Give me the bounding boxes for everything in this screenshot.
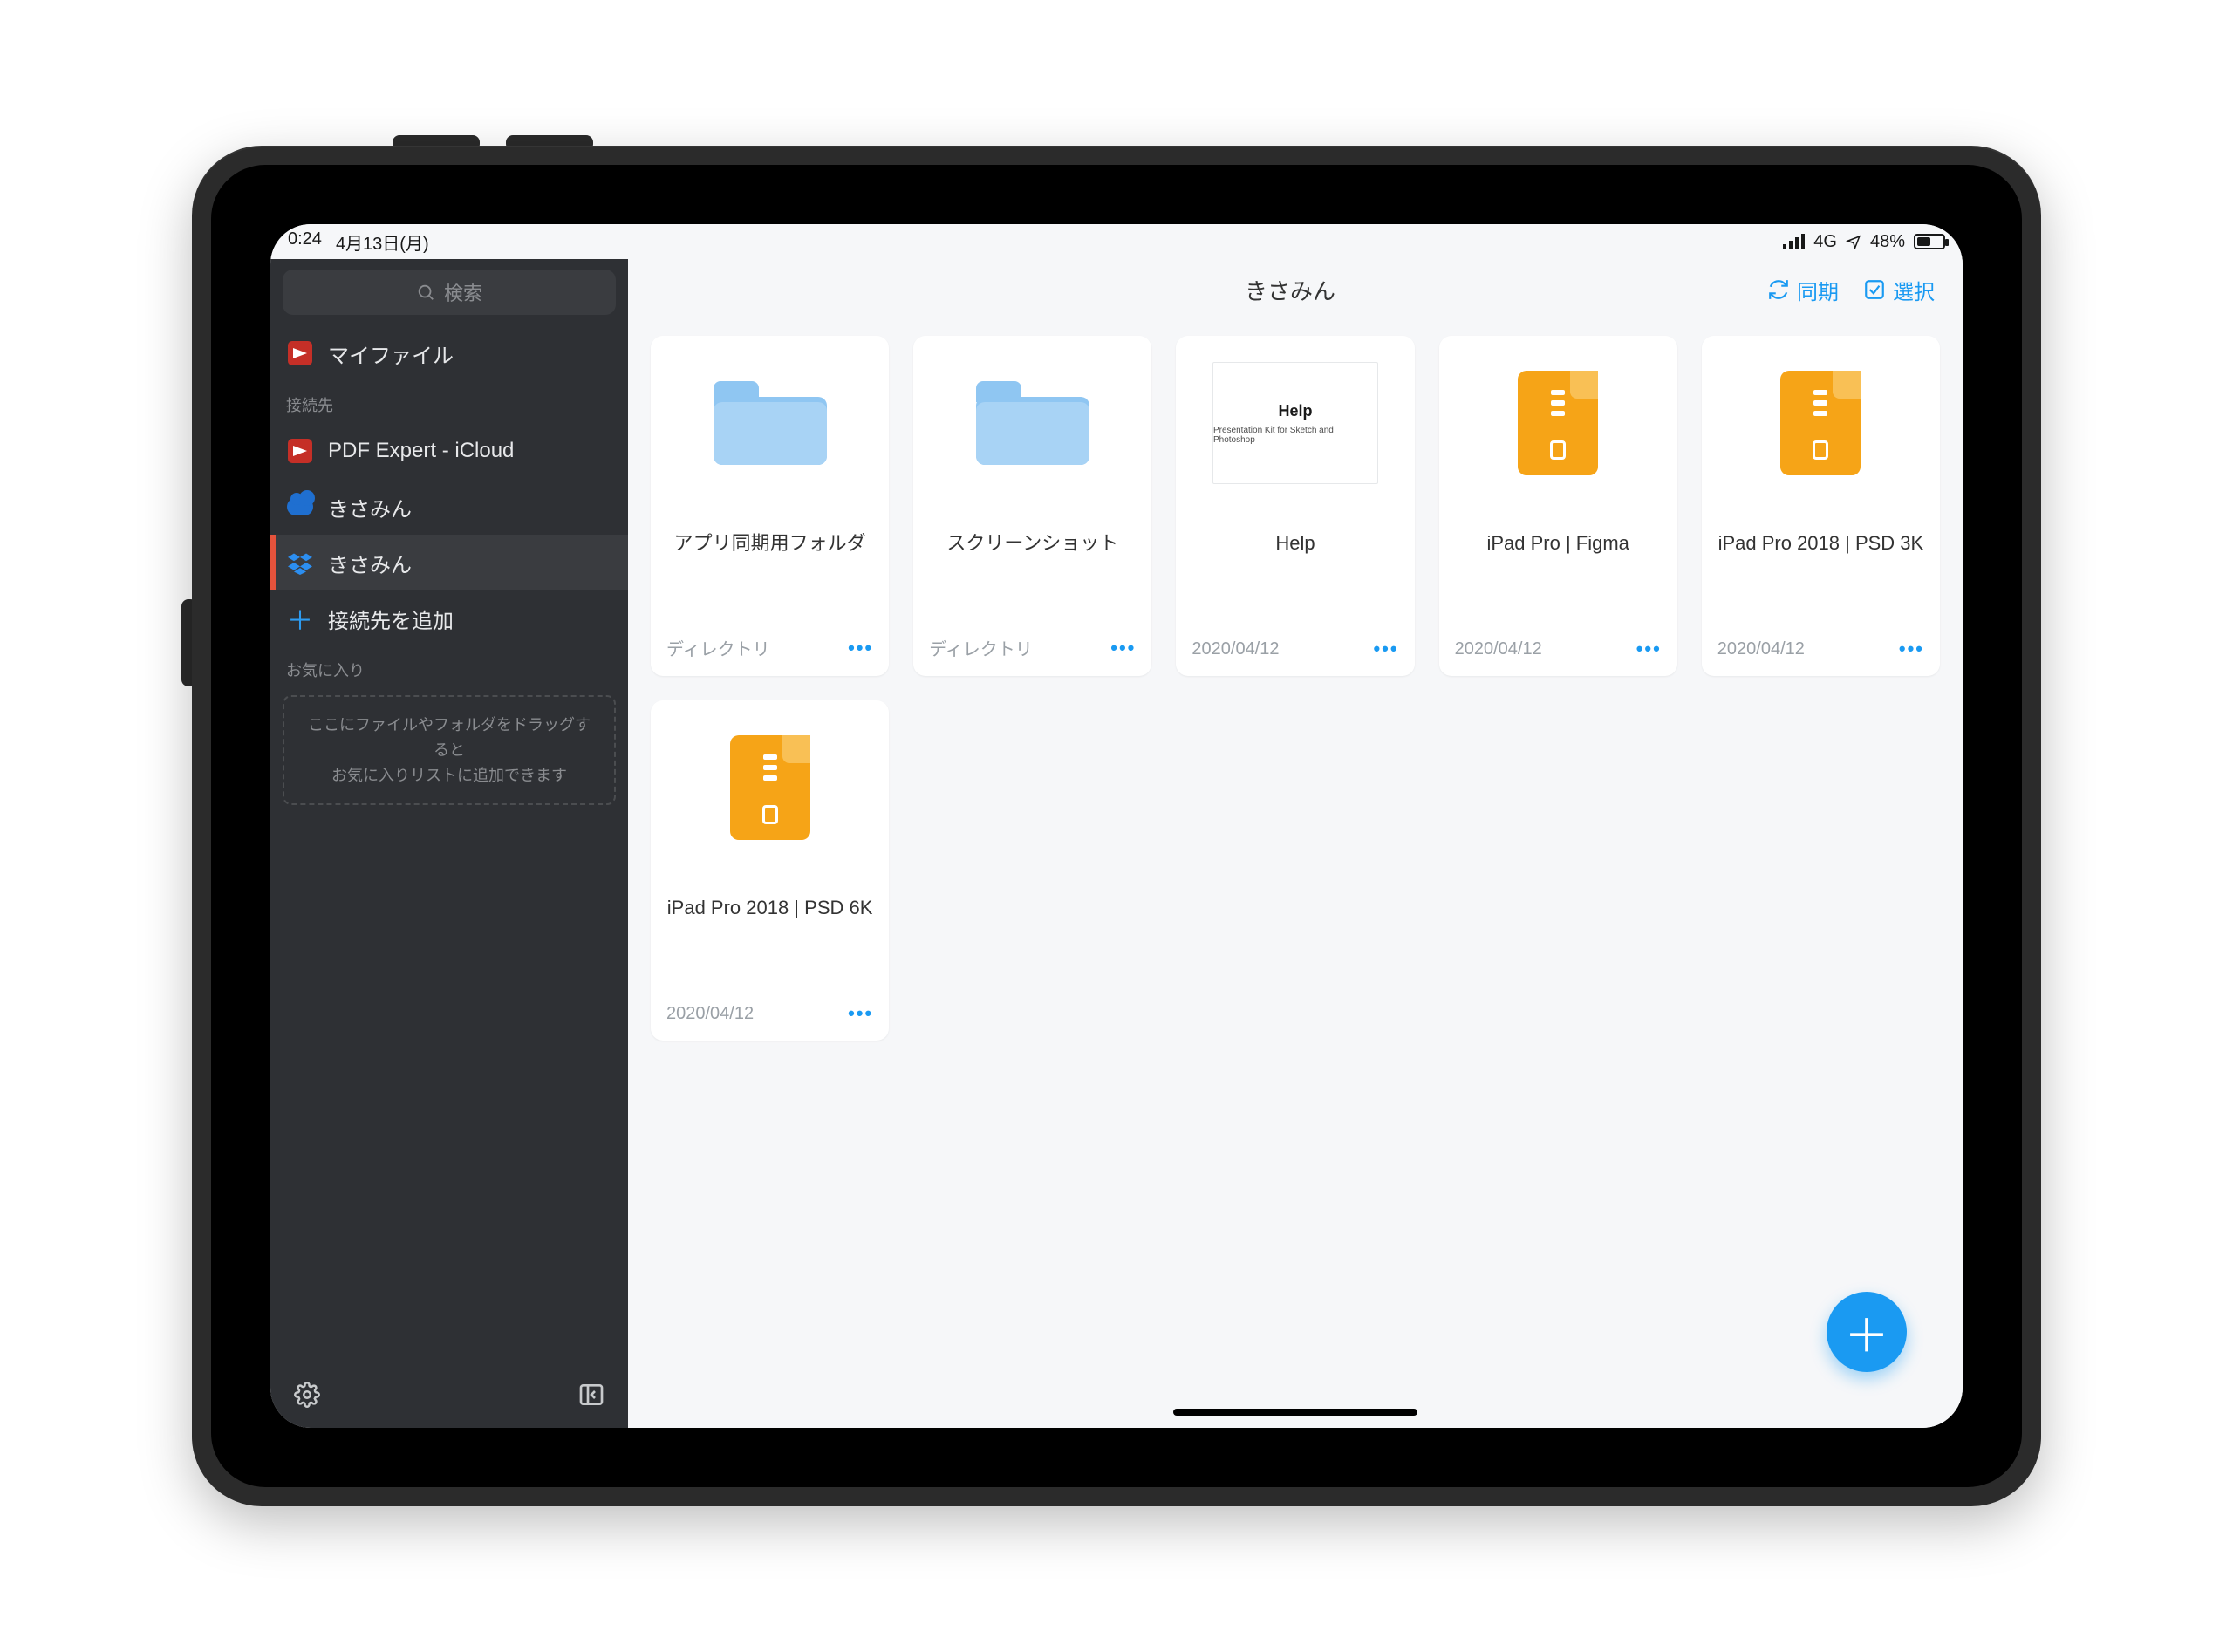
file-thumbnail: [913, 336, 1151, 510]
search-icon: [416, 283, 435, 302]
signal-icon: [1783, 234, 1805, 249]
gear-icon: [294, 1382, 320, 1408]
file-meta: ディレクトリ: [666, 635, 770, 660]
home-indicator: [1173, 1409, 1417, 1416]
status-battery-pct: 48%: [1870, 232, 1905, 252]
more-button[interactable]: •••: [1636, 638, 1662, 660]
file-card[interactable]: スクリーンショットディレクトリ •••: [913, 336, 1151, 676]
more-button[interactable]: •••: [848, 637, 873, 659]
sidebar-section-favorites: お気に入り: [270, 646, 628, 688]
sidebar-item-myfiles[interactable]: マイファイル: [270, 325, 628, 381]
location-icon: [1846, 234, 1861, 249]
app: 検索 マイファイル 接続先 PDF Expert - iCloud: [270, 259, 1963, 1428]
main-panel: きさみん 同期 選択 アプリ同期用フォルダディレクトリ•••スクリーンショットデ…: [628, 259, 1963, 1428]
sidebar-item-dropbox[interactable]: きさみん: [270, 535, 628, 590]
more-button[interactable]: •••: [1899, 638, 1924, 660]
file-card[interactable]: HelpPresentation Kit for Sketch and Phot…: [1176, 336, 1414, 676]
plus-icon: ＋: [286, 604, 314, 632]
check-box-icon: [1863, 278, 1886, 301]
dropbox-icon: [286, 549, 314, 577]
status-bar: 0:24 4月13日(月) 4G 48%: [270, 224, 1963, 259]
select-button[interactable]: 選択: [1854, 270, 1943, 311]
file-card[interactable]: iPad Pro 2018 | PSD 6K 2020/04/12 •••: [651, 700, 889, 1041]
sidebar-item-label: マイファイル: [328, 338, 454, 369]
select-label: 選択: [1893, 275, 1935, 305]
sidebar-item-onedrive[interactable]: きさみん: [270, 479, 628, 535]
settings-button[interactable]: [290, 1377, 324, 1412]
sidebar-item-icloud[interactable]: PDF Expert - iCloud: [270, 423, 628, 479]
panel-collapse-icon: [577, 1381, 605, 1409]
sidebar: 検索 マイファイル 接続先 PDF Expert - iCloud: [270, 259, 628, 1428]
file-meta: 2020/04/12: [1192, 639, 1279, 659]
collapse-sidebar-button[interactable]: [574, 1377, 609, 1412]
file-card[interactable]: iPad Pro | Figma 2020/04/12 •••: [1439, 336, 1677, 676]
add-button[interactable]: ＋: [1827, 1292, 1907, 1372]
file-name: iPad Pro | Figma: [1439, 510, 1677, 573]
battery-icon: [1914, 234, 1945, 249]
status-time: 0:24: [288, 229, 322, 255]
sidebar-item-add-connection[interactable]: ＋ 接続先を追加: [270, 590, 628, 646]
more-button[interactable]: •••: [848, 1002, 873, 1025]
more-button[interactable]: •••: [1373, 638, 1398, 660]
sidebar-item-label: きさみん: [328, 492, 412, 522]
status-date: 4月13日(月): [336, 229, 429, 255]
file-name: スクリーンショット: [913, 510, 1151, 573]
file-name: iPad Pro 2018 | PSD 3K: [1702, 510, 1940, 573]
sync-button[interactable]: 同期: [1758, 270, 1847, 311]
folder-icon: [976, 381, 1089, 465]
file-meta: 2020/04/12: [666, 1004, 754, 1024]
file-meta: 2020/04/12: [1717, 639, 1805, 659]
plus-icon: ＋: [1844, 1300, 1889, 1365]
search-input[interactable]: 検索: [283, 270, 616, 315]
app-icon: [286, 339, 314, 367]
file-thumbnail: HelpPresentation Kit for Sketch and Phot…: [1176, 336, 1414, 510]
file-name: iPad Pro 2018 | PSD 6K: [651, 875, 889, 938]
sidebar-section-connections: 接続先: [270, 381, 628, 423]
page-title: きさみん: [829, 274, 1752, 306]
sidebar-item-label: きさみん: [328, 548, 412, 578]
ipad-device: 0:24 4月13日(月) 4G 48%: [192, 146, 2041, 1506]
file-card[interactable]: アプリ同期用フォルダディレクトリ •••: [651, 336, 889, 676]
app-icon: [286, 437, 314, 465]
file-thumbnail: [1702, 336, 1940, 510]
status-carrier: 4G: [1813, 232, 1837, 252]
zip-icon: [730, 735, 810, 840]
sync-icon: [1767, 278, 1790, 301]
more-button[interactable]: •••: [1110, 637, 1136, 659]
document-thumbnail: HelpPresentation Kit for Sketch and Phot…: [1212, 362, 1378, 484]
file-thumbnail: [651, 700, 889, 875]
favorites-drop-zone[interactable]: ここにファイルやフォルダをドラッグすると お気に入りリストに追加できます: [283, 695, 616, 805]
screen: 0:24 4月13日(月) 4G 48%: [270, 224, 1963, 1428]
sync-label: 同期: [1797, 275, 1839, 305]
file-thumbnail: [1439, 336, 1677, 510]
topbar: きさみん 同期 選択: [628, 259, 1963, 320]
file-meta: 2020/04/12: [1455, 639, 1542, 659]
file-card[interactable]: iPad Pro 2018 | PSD 3K 2020/04/12 •••: [1702, 336, 1940, 676]
file-thumbnail: [651, 336, 889, 510]
file-grid: アプリ同期用フォルダディレクトリ ••• スクリーンショットディレクトリ ••• Hel…: [628, 320, 1963, 1056]
sidebar-item-label: 接続先を追加: [328, 604, 454, 634]
file-meta: ディレクトリ: [929, 635, 1033, 660]
file-name: Help: [1176, 510, 1414, 573]
file-name: アプリ同期用フォルダ: [651, 510, 889, 573]
onedrive-icon: [286, 493, 314, 521]
zip-icon: [1780, 371, 1861, 475]
search-placeholder: 検索: [444, 278, 482, 306]
zip-icon: [1518, 371, 1598, 475]
sidebar-item-label: PDF Expert - iCloud: [328, 439, 514, 463]
folder-icon: [714, 381, 827, 465]
